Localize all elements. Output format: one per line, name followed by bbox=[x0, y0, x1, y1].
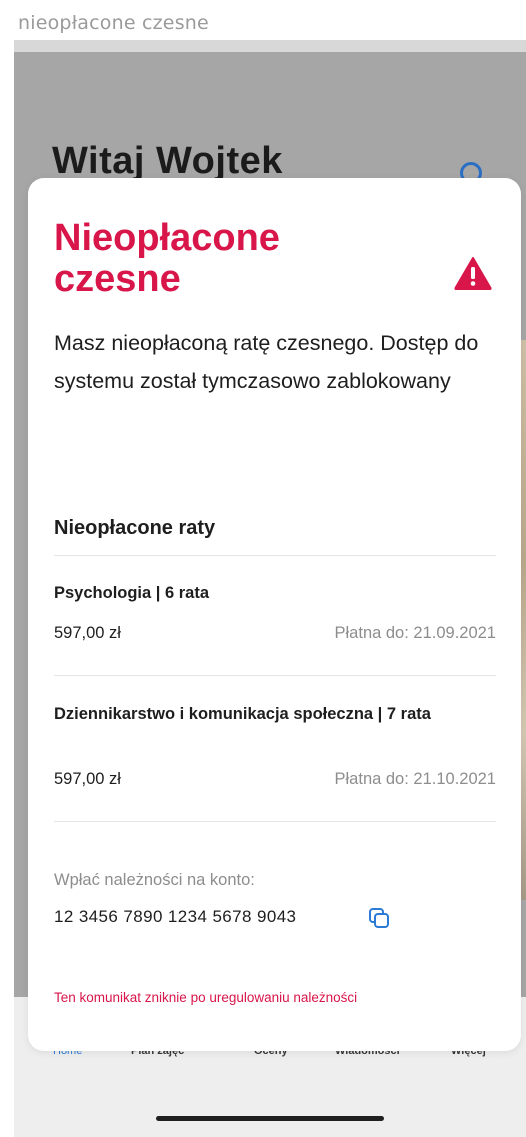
greeting-heading: Witaj Wojtek bbox=[52, 140, 283, 182]
account-number: 12 3456 7890 1234 5678 9043 bbox=[54, 907, 297, 926]
installment-name: Psychologia | 6 rata bbox=[54, 584, 210, 602]
installment-due-date: Płatna do: 21.09.2021 bbox=[334, 624, 496, 642]
section-title: Nieopłacone raty bbox=[54, 517, 216, 539]
account-label: Wpłać należności na konto: bbox=[54, 871, 255, 889]
screenshot-caption: nieopłacone czesne bbox=[18, 12, 209, 34]
installment-amount: 597,00 zł bbox=[54, 770, 121, 788]
copy-icon[interactable] bbox=[368, 907, 390, 929]
modal-message: Masz nieopłaconą ratę czesnego. Dostęp d… bbox=[54, 331, 479, 393]
status-area bbox=[14, 40, 526, 52]
unpaid-tuition-modal: Nieopłacone czesne Masz nieopłaconą ratę… bbox=[28, 178, 521, 1051]
installment-amount: 597,00 zł bbox=[54, 624, 121, 642]
divider bbox=[54, 675, 496, 676]
home-indicator bbox=[156, 1116, 384, 1121]
installment-name: Dziennikarstwo i komunikacja społeczna |… bbox=[54, 705, 431, 723]
divider bbox=[54, 821, 496, 822]
modal-title: Nieopłacone czesne bbox=[54, 217, 280, 300]
divider bbox=[54, 555, 496, 556]
warning-triangle-icon bbox=[454, 257, 492, 290]
installment-due-date: Płatna do: 21.10.2021 bbox=[334, 770, 496, 788]
footer-note: Ten komunikat zniknie po uregulowaniu na… bbox=[54, 990, 358, 1005]
